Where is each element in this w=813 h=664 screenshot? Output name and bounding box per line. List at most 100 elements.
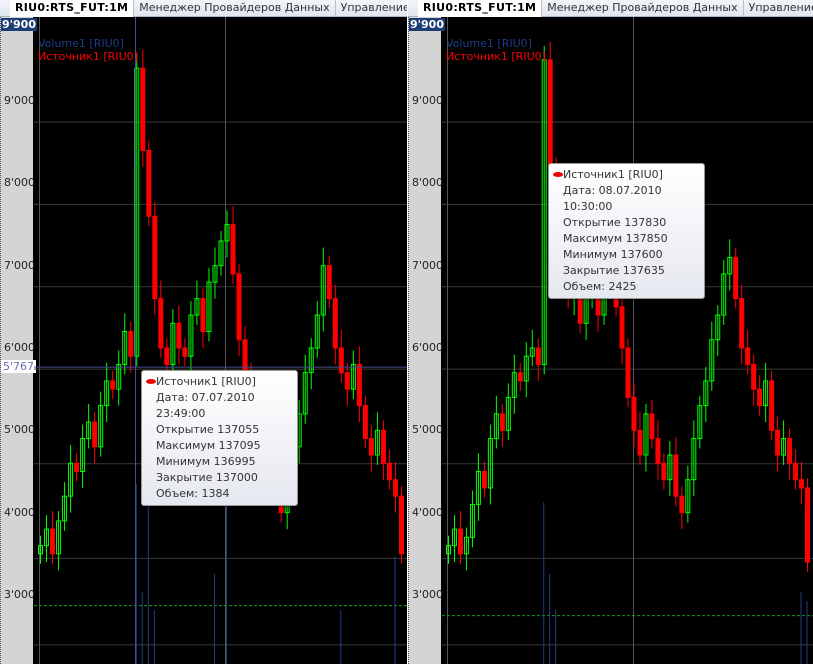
candle-down — [757, 388, 763, 407]
tooltip-date: Дата: 07.07.2010 23:49:00 — [156, 391, 255, 420]
candle-down — [368, 438, 374, 456]
axis-top-label: 9'900 — [1, 18, 37, 31]
candle-down — [146, 149, 152, 217]
axis-tick-label: 4'000 — [412, 505, 444, 519]
series-marker-icon — [146, 379, 156, 384]
axis-tick-label: 6'000 — [412, 340, 444, 354]
candle-down — [751, 363, 757, 390]
candle-down — [517, 372, 523, 382]
candle-down — [619, 306, 625, 349]
tab-management[interactable]: Управление — [336, 0, 407, 17]
legend-volume: Volume1 [RIU0] — [38, 37, 124, 50]
candle-down — [547, 59, 553, 168]
axis-tick-label: 5'000 — [412, 423, 444, 437]
candle-down — [332, 298, 338, 349]
candle-down — [92, 421, 98, 448]
candle-down — [673, 454, 679, 497]
candle-down — [140, 67, 146, 151]
axis-tick-label: 7'000 — [412, 258, 444, 272]
candle-down — [655, 438, 661, 464]
candle-down — [679, 495, 685, 514]
axis-tick-label: 9'000 — [4, 94, 36, 107]
candle-down — [787, 438, 793, 464]
candle-down — [793, 462, 799, 481]
candle-down — [392, 479, 398, 497]
candle-down — [380, 429, 386, 464]
candle-down — [799, 479, 805, 489]
candle-down — [386, 462, 392, 481]
legend-source: Источник1 [RIU0] — [38, 50, 138, 63]
candle-down — [631, 396, 637, 431]
chart-pane-left[interactable]: RIU0:RTS_FUT:1M Менеджер Провайдеров Данн… — [0, 0, 407, 664]
tab-data-provider-manager[interactable]: Менеджер Провайдеров Данных — [542, 0, 744, 17]
tab-data-provider-manager[interactable]: Менеджер Провайдеров Данных — [134, 0, 336, 17]
candle-down — [182, 347, 188, 357]
tab-chart[interactable]: RIU0:RTS_FUT:1M — [418, 0, 543, 17]
tab-chart[interactable]: RIU0:RTS_FUT:1M — [10, 0, 135, 17]
legend-volume: Volume1 [RIU0] — [446, 37, 532, 50]
candle-down — [338, 347, 344, 374]
tooltip-low: Минимум 137600 — [563, 248, 663, 261]
candle-down — [805, 487, 811, 563]
axis-tick-label: 7'000 — [4, 258, 36, 272]
tooltip-date: Дата: 08.07.2010 10:30:00 — [563, 184, 662, 213]
candle-down — [457, 528, 463, 555]
candle-down — [481, 470, 487, 489]
tooltip-high: Максимум 137095 — [156, 439, 261, 452]
axis-tick-label: 4'000 — [4, 505, 36, 519]
axis-top-label: 9'900 — [409, 18, 445, 31]
candle-down — [152, 215, 158, 300]
axis-tick-label: 8'000 — [412, 176, 444, 190]
tooltip-low: Минимум 136995 — [156, 455, 256, 468]
candle-down — [164, 347, 170, 365]
candle-down — [50, 528, 56, 555]
candle-down — [499, 413, 505, 431]
candle-down — [661, 462, 667, 481]
tooltip-high: Максимум 137850 — [563, 232, 668, 245]
candle-down — [649, 413, 655, 440]
axis-tick-label: 5'000 — [4, 423, 36, 437]
axis-tick-label: 6'000 — [4, 340, 36, 354]
candle-down — [74, 462, 80, 472]
candle-down — [128, 331, 134, 357]
candle-down — [200, 298, 206, 333]
candle-down — [356, 363, 362, 407]
tooltip-volume: Объем: 1384 — [156, 487, 230, 500]
candle-down — [625, 347, 631, 398]
price-axis[interactable]: 9'900 9'000 8'000 7'000 6'000 5'000 4'000 3'00… — [408, 17, 445, 664]
candle-down — [535, 347, 541, 365]
candle-down — [769, 380, 775, 431]
tab-management[interactable]: Управление — [744, 0, 813, 17]
candle-down — [733, 256, 739, 300]
candle-down — [637, 429, 643, 456]
tab-bar: RIU0:RTS_FUT:1M Менеджер Провайдеров Данн… — [0, 0, 407, 17]
candlestick-plot[interactable] — [442, 17, 813, 664]
tooltip-close: Закрытие 137635 — [563, 264, 665, 277]
tooltip-open: Открытие 137830 — [563, 216, 667, 229]
tooltip-title: Источник1 [RIU0] — [563, 168, 663, 181]
crosshair-price-label: 5'767 — [1, 360, 37, 374]
tooltip-close: Закрытие 137000 — [156, 471, 258, 484]
axis-tick-label: 8'000 — [4, 176, 36, 190]
candle-tooltip: Источник1 [RIU0] Дата: 07.07.2010 23:49:… — [141, 370, 298, 506]
series-marker-icon — [553, 172, 563, 177]
axis-tick-label: 9'000 — [412, 94, 444, 107]
axis-tick-label: 3'000 — [4, 587, 36, 601]
candle-down — [158, 298, 164, 349]
candle-down — [236, 273, 242, 341]
candle-down — [362, 405, 368, 440]
candle-down — [176, 322, 182, 349]
candle-down — [230, 223, 236, 275]
candle-down — [745, 347, 751, 365]
tab-bar: RIU0:RTS_FUT:1M Менеджер Провайдеров Данн… — [408, 0, 813, 17]
legend-source: Источник1 [RIU0] — [446, 50, 546, 63]
axis-tick-label: 3'000 — [412, 587, 444, 601]
candlestick-plot[interactable] — [34, 17, 407, 664]
candle-down — [110, 380, 116, 390]
chart-pane-right[interactable]: RIU0:RTS_FUT:1M Менеджер Провайдеров Данн… — [408, 0, 813, 664]
candle-down — [326, 265, 332, 300]
tooltip-open: Открытие 137055 — [156, 423, 260, 436]
price-axis[interactable]: 9'900 9'000 8'000 7'000 6'000 5'000 4'000 3'00… — [0, 17, 37, 664]
tooltip-volume: Объем: 2425 — [563, 280, 637, 293]
candle-tooltip: Источник1 [RIU0] Дата: 08.07.2010 10:30:… — [548, 163, 705, 299]
